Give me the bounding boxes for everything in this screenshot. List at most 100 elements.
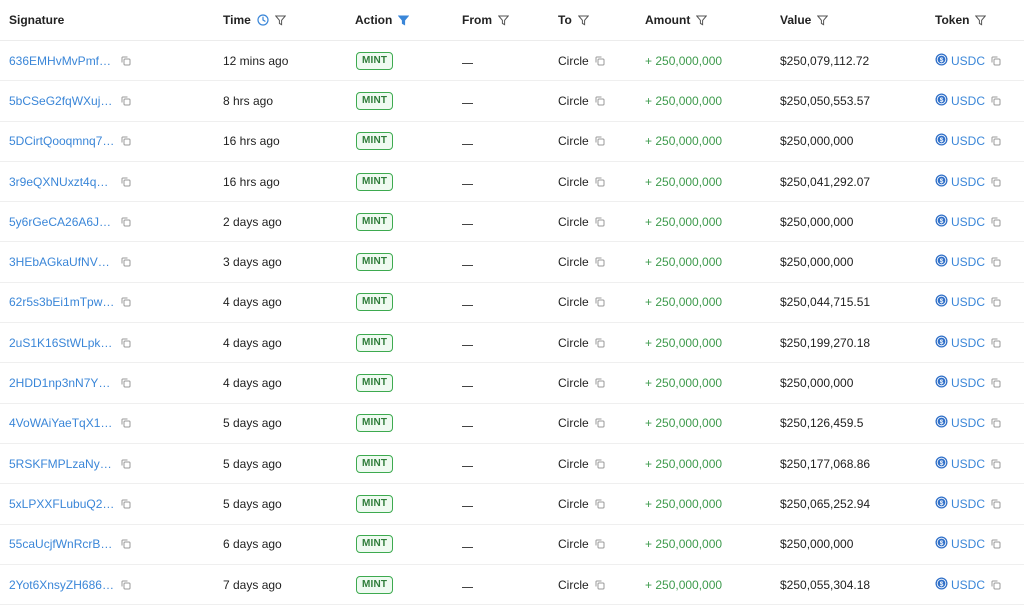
to-link[interactable]: Circle [558, 578, 589, 592]
to-link[interactable]: Circle [558, 255, 589, 269]
to-link[interactable]: Circle [558, 295, 589, 309]
copy-icon[interactable] [595, 96, 605, 106]
time-text: 5 days ago [223, 456, 282, 471]
to-filter-icon[interactable] [577, 15, 589, 26]
signature-link[interactable]: 2HDD1np3nN7Ycm... [9, 376, 115, 390]
copy-icon[interactable] [121, 96, 131, 106]
copy-icon[interactable] [121, 136, 131, 146]
copy-icon[interactable] [595, 217, 605, 227]
token-link[interactable]: $ USDC [935, 214, 985, 230]
copy-icon[interactable] [595, 297, 605, 307]
amount-text: + 250,000,000 [645, 537, 723, 552]
copy-icon[interactable] [991, 96, 1001, 106]
token-link[interactable]: $ USDC [935, 93, 985, 109]
to-cell: Circle [558, 255, 645, 269]
copy-icon[interactable] [991, 499, 1001, 509]
copy-icon[interactable] [595, 56, 605, 66]
svg-text:$: $ [940, 339, 944, 346]
copy-icon[interactable] [595, 378, 605, 388]
token-link[interactable]: $ USDC [935, 254, 985, 270]
token-link[interactable]: $ USDC [935, 294, 985, 310]
copy-icon[interactable] [121, 257, 131, 267]
signature-link[interactable]: 4VoWAiYaeTqX1Z6... [9, 416, 115, 430]
token-link[interactable]: $ USDC [935, 375, 985, 391]
copy-icon[interactable] [991, 459, 1001, 469]
empty-from-dash [462, 264, 473, 266]
copy-icon[interactable] [595, 136, 605, 146]
copy-icon[interactable] [595, 257, 605, 267]
copy-icon[interactable] [121, 177, 131, 187]
value-filter-icon[interactable] [817, 15, 829, 26]
token-link[interactable]: $ USDC [935, 577, 985, 593]
header-amount-label: Amount [645, 13, 691, 27]
token-link[interactable]: $ USDC [935, 174, 985, 190]
copy-icon[interactable] [991, 580, 1001, 590]
copy-icon[interactable] [595, 580, 605, 590]
token-filter-icon[interactable] [975, 15, 987, 26]
signature-link[interactable]: 3r9eQXNUxzt4q9jb... [9, 175, 115, 189]
copy-icon[interactable] [595, 338, 605, 348]
copy-icon[interactable] [121, 56, 131, 66]
copy-icon[interactable] [595, 499, 605, 509]
signature-link[interactable]: 5bCSeG2fqWXujw7... [9, 94, 115, 108]
time-filter-icon[interactable] [274, 15, 286, 26]
token-link[interactable]: $ USDC [935, 456, 985, 472]
token-link[interactable]: $ USDC [935, 496, 985, 512]
copy-icon[interactable] [991, 378, 1001, 388]
to-link[interactable]: Circle [558, 376, 589, 390]
copy-icon[interactable] [121, 378, 131, 388]
copy-icon[interactable] [121, 539, 131, 549]
copy-icon[interactable] [121, 297, 131, 307]
amount-filter-icon[interactable] [696, 15, 708, 26]
copy-icon[interactable] [121, 217, 131, 227]
copy-icon[interactable] [121, 418, 131, 428]
copy-icon[interactable] [595, 177, 605, 187]
to-link[interactable]: Circle [558, 215, 589, 229]
copy-icon[interactable] [991, 257, 1001, 267]
copy-icon[interactable] [991, 56, 1001, 66]
copy-icon[interactable] [991, 418, 1001, 428]
from-filter-icon[interactable] [498, 15, 509, 26]
token-link[interactable]: $ USDC [935, 133, 985, 149]
to-link[interactable]: Circle [558, 497, 589, 511]
to-link[interactable]: Circle [558, 54, 589, 68]
copy-icon[interactable] [595, 539, 605, 549]
to-link[interactable]: Circle [558, 457, 589, 471]
copy-icon[interactable] [595, 459, 605, 469]
clock-icon[interactable] [257, 14, 269, 26]
copy-icon[interactable] [991, 136, 1001, 146]
to-link[interactable]: Circle [558, 175, 589, 189]
token-link[interactable]: $ USDC [935, 53, 985, 69]
to-link[interactable]: Circle [558, 134, 589, 148]
signature-link[interactable]: 636EMHvMvPmf7r... [9, 54, 115, 68]
copy-icon[interactable] [991, 297, 1001, 307]
to-link[interactable]: Circle [558, 537, 589, 551]
signature-link[interactable]: 55caUcjfWnRcrB5c... [9, 537, 115, 551]
signature-link[interactable]: 5DCirtQooqmnq7o... [9, 134, 115, 148]
copy-icon[interactable] [595, 418, 605, 428]
signature-link[interactable]: 62r5s3bEi1mTpw4... [9, 295, 115, 309]
token-link[interactable]: $ USDC [935, 536, 985, 552]
copy-icon[interactable] [991, 217, 1001, 227]
signature-link[interactable]: 2Yot6XnsyZH686e... [9, 578, 115, 592]
copy-icon[interactable] [121, 580, 131, 590]
copy-icon[interactable] [991, 338, 1001, 348]
signature-link[interactable]: 3HEbAGkaUfNVhnz... [9, 255, 115, 269]
signature-cell: 5DCirtQooqmnq7o... [0, 134, 223, 148]
token-link[interactable]: $ USDC [935, 335, 985, 351]
signature-link[interactable]: 5y6rGeCA26A6JNc... [9, 215, 115, 229]
copy-icon[interactable] [991, 177, 1001, 187]
copy-icon[interactable] [121, 459, 131, 469]
to-link[interactable]: Circle [558, 94, 589, 108]
to-link[interactable]: Circle [558, 416, 589, 430]
signature-link[interactable]: 5xLPXXFLubuQ2YY... [9, 497, 115, 511]
action-filter-icon[interactable] [398, 15, 410, 26]
signature-link[interactable]: 2uS1K16StWLpkpF... [9, 336, 115, 350]
copy-icon[interactable] [991, 539, 1001, 549]
to-link[interactable]: Circle [558, 336, 589, 350]
token-link[interactable]: $ USDC [935, 415, 985, 431]
token-text: USDC [951, 577, 986, 592]
signature-link[interactable]: 5RSKFMPLzaNy5E... [9, 457, 115, 471]
copy-icon[interactable] [121, 499, 131, 509]
copy-icon[interactable] [121, 338, 131, 348]
